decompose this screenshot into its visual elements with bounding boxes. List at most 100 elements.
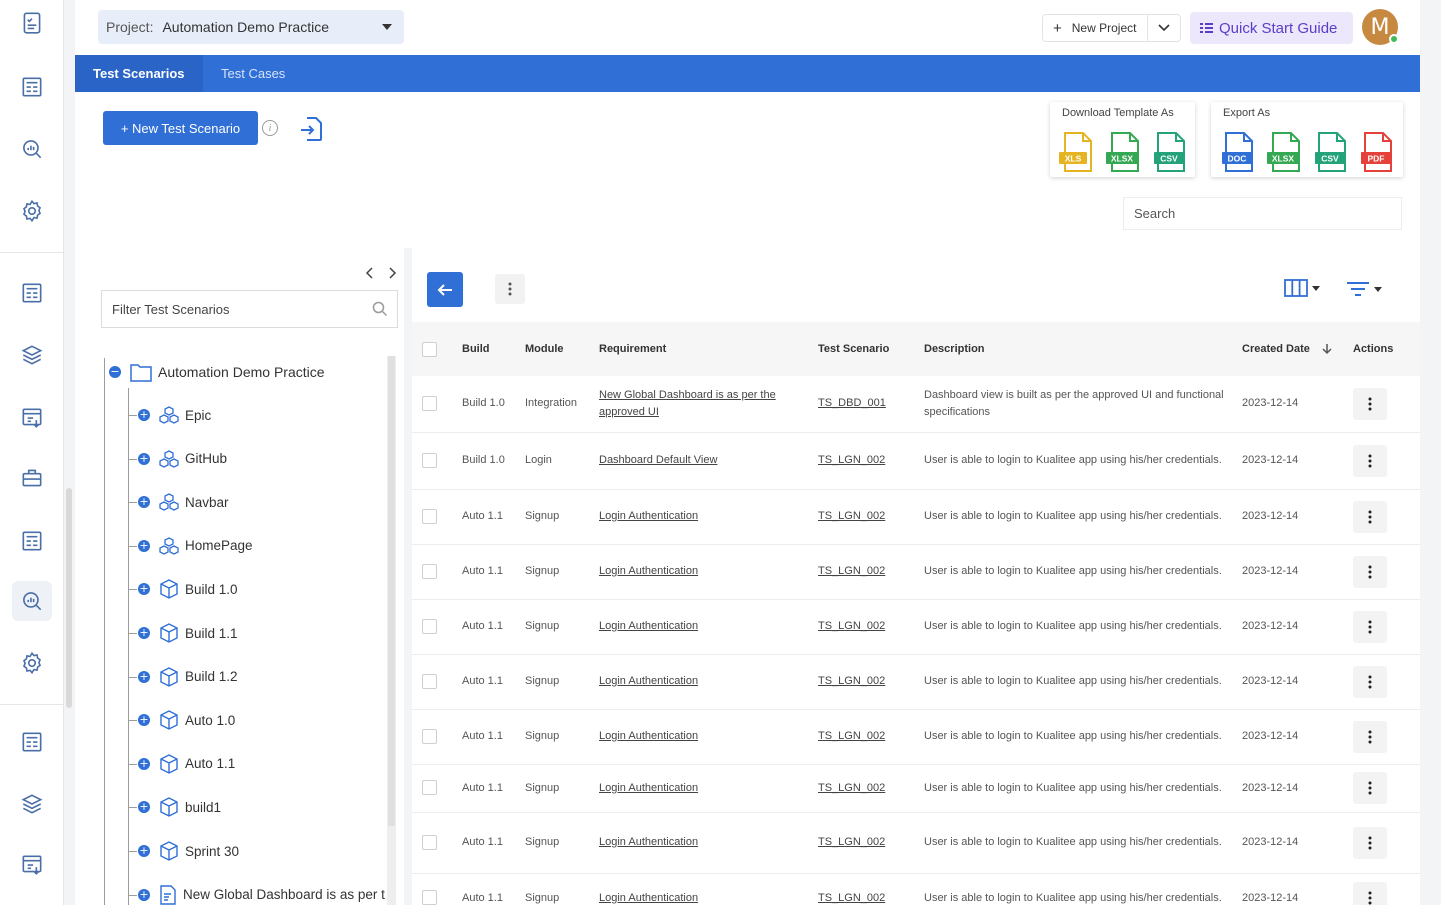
column-header-description[interactable]: Description (918, 322, 1236, 376)
quick-start-guide-button[interactable]: Quick Start Guide (1190, 12, 1353, 44)
column-header-requirement[interactable]: Requirement (593, 322, 812, 376)
csv-file-icon[interactable]: CSV (1311, 131, 1349, 173)
tree-node[interactable]: + GitHub (138, 447, 227, 471)
requirement-link[interactable]: Login Authentication (599, 730, 698, 742)
report-icon[interactable] (12, 521, 52, 561)
test-scenario-link[interactable]: TS_LGN_002 (818, 620, 885, 632)
table-row[interactable]: Auto 1.1 Signup Login Authentication TS_LGN… (412, 812, 1420, 874)
column-header-test-scenario[interactable]: Test Scenario (812, 322, 918, 376)
row-actions-button[interactable] (1353, 665, 1387, 698)
requirement-link[interactable]: Login Authentication (599, 836, 698, 848)
row-actions-button[interactable] (1353, 500, 1387, 533)
expand-icon[interactable]: + (138, 845, 150, 857)
requirement-link[interactable]: Login Authentication (599, 510, 698, 522)
tree-node[interactable]: + HomePage (138, 534, 253, 558)
table-row[interactable]: Auto 1.1 Signup Login Authentication TS_LGN… (412, 873, 1420, 905)
row-checkbox[interactable] (422, 452, 437, 468)
tree-root-node[interactable]: − Automation Demo Practice (109, 358, 325, 386)
expand-icon[interactable]: + (138, 888, 150, 901)
row-actions-button[interactable] (1353, 826, 1387, 859)
checklist-icon[interactable] (12, 3, 52, 43)
row-checkbox[interactable] (422, 728, 437, 744)
table-row[interactable]: Auto 1.1 Signup Login Authentication TS_LGN… (412, 544, 1420, 600)
test-run-icon[interactable] (12, 845, 52, 885)
table-row[interactable]: Build 1.0 Integration New Global Dashboard… (412, 376, 1420, 433)
column-header-created-date[interactable]: Created Date (1236, 322, 1347, 376)
row-checkbox[interactable] (422, 563, 437, 579)
back-button[interactable] (427, 272, 463, 307)
project-selector[interactable]: Project: Automation Demo Practice (98, 10, 404, 44)
test-scenario-link[interactable]: TS_LGN_002 (818, 565, 885, 577)
import-icon[interactable] (299, 116, 323, 142)
collapse-icon[interactable]: − (109, 366, 121, 378)
column-header-module[interactable]: Module (519, 322, 593, 376)
expand-icon[interactable]: + (138, 757, 150, 770)
tab-test-cases[interactable]: Test Cases (203, 55, 303, 92)
table-row[interactable]: Auto 1.1 Signup Login Authentication TS_LGN… (412, 709, 1420, 765)
test-scenario-link[interactable]: TS_LGN_002 (818, 510, 885, 522)
rail-scrollbar[interactable] (66, 488, 72, 708)
more-options-button[interactable] (495, 274, 525, 304)
test-scenario-link[interactable]: TS_LGN_002 (818, 782, 885, 794)
expand-icon[interactable]: + (138, 452, 150, 465)
row-actions-button[interactable] (1353, 555, 1387, 588)
row-actions-button[interactable] (1353, 772, 1387, 804)
expand-icon[interactable]: + (138, 583, 150, 596)
report-icon[interactable] (12, 67, 52, 107)
settings-icon[interactable] (12, 191, 52, 231)
requirement-link[interactable]: Login Authentication (599, 892, 698, 904)
new-test-scenario-button[interactable]: + New Test Scenario (103, 111, 258, 145)
row-checkbox[interactable] (422, 618, 437, 634)
expand-icon[interactable]: + (138, 539, 150, 552)
xls-file-icon[interactable]: XLS (1057, 131, 1095, 173)
tree-node[interactable]: + Build 1.0 (138, 577, 238, 601)
report-icon[interactable] (12, 722, 52, 762)
requirement-link[interactable]: Login Authentication (599, 620, 698, 632)
tree-node[interactable]: + Build 1.1 (138, 621, 238, 645)
tree-node[interactable]: + Epic (138, 403, 211, 427)
expand-icon[interactable]: + (138, 670, 150, 683)
select-all-checkbox[interactable] (422, 341, 437, 357)
row-actions-button[interactable] (1353, 610, 1387, 643)
analytics-search-icon[interactable] (12, 129, 52, 169)
settings-icon[interactable] (12, 643, 52, 683)
row-checkbox[interactable] (422, 673, 437, 689)
tree-node[interactable]: + New Global Dashboard is as per t (138, 883, 385, 905)
filter-test-scenarios-input[interactable]: Filter Test Scenarios (101, 290, 398, 328)
table-row[interactable]: Auto 1.1 Signup Login Authentication TS_LGN… (412, 654, 1420, 710)
row-checkbox[interactable] (422, 890, 437, 905)
xlsx-file-icon[interactable]: XLSX (1104, 131, 1142, 173)
filter-button[interactable] (1346, 281, 1382, 297)
test-scenario-link[interactable]: TS_DBD_001 (818, 397, 886, 409)
tree-collapse-expand[interactable] (364, 266, 398, 282)
layers-icon[interactable] (12, 335, 52, 375)
search-input[interactable]: Search (1123, 197, 1402, 230)
tree-node[interactable]: + Auto 1.1 (138, 752, 235, 776)
tree-scrollbar[interactable] (387, 356, 396, 905)
tree-node[interactable]: + Build 1.2 (138, 665, 238, 689)
requirement-link[interactable]: Login Authentication (599, 675, 698, 687)
row-checkbox[interactable] (422, 780, 437, 796)
pdf-file-icon[interactable]: PDF (1357, 131, 1395, 173)
analytics-search-icon[interactable] (12, 581, 52, 621)
column-header-build[interactable]: Build (456, 322, 519, 376)
row-actions-button[interactable] (1353, 882, 1387, 905)
new-project-dropdown[interactable] (1147, 15, 1180, 41)
test-run-icon[interactable] (12, 398, 52, 438)
tree-node[interactable]: + Auto 1.0 (138, 708, 235, 732)
expand-icon[interactable]: + (138, 801, 150, 814)
test-scenario-link[interactable]: TS_LGN_002 (818, 836, 885, 848)
row-checkbox[interactable] (422, 508, 437, 524)
row-actions-button[interactable] (1353, 444, 1387, 477)
tree-node[interactable]: + Sprint 30 (138, 839, 239, 863)
tree-node[interactable]: + Navbar (138, 490, 229, 514)
test-scenario-link[interactable]: TS_LGN_002 (818, 675, 885, 687)
test-scenario-link[interactable]: TS_LGN_002 (818, 892, 885, 904)
table-row[interactable]: Auto 1.1 Signup Login Authentication TS_LGN… (412, 599, 1420, 655)
chevron-left-right-icon[interactable] (364, 267, 398, 279)
table-row[interactable]: Build 1.0 Login Dashboard Default View TS_L… (412, 432, 1420, 490)
test-scenario-link[interactable]: TS_LGN_002 (818, 730, 885, 742)
avatar[interactable]: M (1362, 9, 1399, 45)
requirement-link[interactable]: Login Authentication (599, 782, 698, 794)
layers-icon[interactable] (12, 784, 52, 824)
